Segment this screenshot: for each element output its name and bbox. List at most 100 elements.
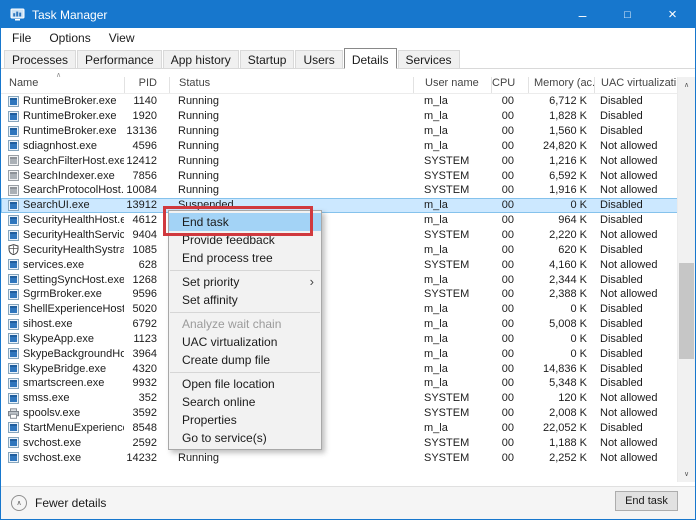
menu-file[interactable]: File bbox=[3, 29, 40, 47]
tab-processes[interactable]: Processes bbox=[4, 50, 76, 68]
context-menu-item-set-affinity[interactable]: Set affinity bbox=[169, 291, 321, 309]
memory-cell: 1,560 K bbox=[528, 125, 594, 137]
user-name-cell: m_la bbox=[413, 318, 491, 330]
process-name: sdiagnhost.exe bbox=[23, 140, 97, 152]
table-row[interactable]: SecurityHealthHost.exe4612Runningm_la009… bbox=[1, 213, 695, 228]
context-menu-item-search-online[interactable]: Search online bbox=[169, 393, 321, 411]
table-row[interactable]: sihost.exe6792Runningm_la005,008 KDisabl… bbox=[1, 317, 695, 332]
table-row[interactable]: spoolsv.exe3592RunningSYSTEM002,008 KNot… bbox=[1, 406, 695, 421]
pid-cell: 9932 bbox=[124, 377, 169, 389]
table-row[interactable]: sdiagnhost.exe4596Runningm_la0024,820 KN… bbox=[1, 139, 695, 154]
scrollbar-thumb[interactable] bbox=[679, 263, 694, 359]
user-name-cell: m_la bbox=[413, 199, 491, 211]
cpu-cell: 00 bbox=[491, 184, 528, 196]
app-window-icon bbox=[8, 126, 19, 137]
gray-app-window-icon bbox=[8, 155, 19, 166]
app-window-icon bbox=[8, 274, 19, 285]
table-row[interactable]: SkypeBackgroundHost....3964Runningm_la00… bbox=[1, 346, 695, 361]
context-menu-item-properties[interactable]: Properties bbox=[169, 411, 321, 429]
app-window-icon bbox=[8, 393, 19, 404]
cpu-cell: 00 bbox=[491, 229, 528, 241]
table-row[interactable]: svchost.exe14232RunningSYSTEM002,252 KNo… bbox=[1, 450, 695, 465]
context-menu-item-open-file-location[interactable]: Open file location bbox=[169, 375, 321, 393]
table-row[interactable]: StartMenuExperienceH...8548Runningm_la00… bbox=[1, 421, 695, 436]
context-menu-item-provide-feedback[interactable]: Provide feedback bbox=[169, 231, 321, 249]
process-name: SearchIndexer.exe bbox=[23, 170, 115, 182]
name-cell: SettingSyncHost.exe bbox=[1, 274, 124, 286]
column-header-cpu[interactable]: CPU bbox=[491, 77, 528, 93]
memory-cell: 2,252 K bbox=[528, 452, 594, 464]
table-row[interactable]: RuntimeBroker.exe1140Runningm_la006,712 … bbox=[1, 94, 695, 109]
app-window-icon bbox=[8, 437, 19, 448]
tab-performance[interactable]: Performance bbox=[77, 50, 162, 68]
name-cell: svchost.exe bbox=[1, 437, 124, 449]
table-row[interactable]: SkypeBridge.exe4320Runningm_la0014,836 K… bbox=[1, 361, 695, 376]
cpu-cell: 00 bbox=[491, 244, 528, 256]
scrollbar-up-icon[interactable]: ∧ bbox=[678, 77, 695, 93]
table-row[interactable]: RuntimeBroker.exe1920Runningm_la001,828 … bbox=[1, 109, 695, 124]
close-button[interactable]: × bbox=[650, 1, 695, 28]
cpu-cell: 00 bbox=[491, 259, 528, 271]
menu-options[interactable]: Options bbox=[40, 29, 99, 47]
table-row[interactable]: SearchFilterHost.exe12412RunningSYSTEM00… bbox=[1, 153, 695, 168]
tab-services[interactable]: Services bbox=[398, 50, 460, 68]
fewer-details-toggle[interactable]: ∧ Fewer details bbox=[11, 495, 106, 511]
table-row[interactable]: SearchUI.exe13912Suspendedm_la000 KDisab… bbox=[1, 198, 695, 213]
tab-startup[interactable]: Startup bbox=[240, 50, 295, 68]
table-row[interactable]: smss.exe352RunningSYSTEM00120 KNot allow… bbox=[1, 391, 695, 406]
context-menu-item-go-to-service-s[interactable]: Go to service(s) bbox=[169, 429, 321, 447]
table-row[interactable]: SearchIndexer.exe7856RunningSYSTEM006,59… bbox=[1, 168, 695, 183]
name-cell: spoolsv.exe bbox=[1, 407, 124, 419]
tab-details[interactable]: Details bbox=[344, 48, 397, 69]
process-name: RuntimeBroker.exe bbox=[23, 125, 117, 137]
minimize-button[interactable]: – bbox=[560, 1, 605, 28]
process-name: SearchFilterHost.exe bbox=[23, 155, 124, 167]
table-row[interactable]: services.exe628RunningSYSTEM004,160 KNot… bbox=[1, 257, 695, 272]
memory-cell: 0 K bbox=[528, 348, 594, 360]
name-cell: svchost.exe bbox=[1, 452, 124, 464]
context-menu-item-uac-virtualization[interactable]: UAC virtualization bbox=[169, 333, 321, 351]
context-menu-item-set-priority[interactable]: Set priority› bbox=[169, 273, 321, 291]
vertical-scrollbar[interactable]: ∧ ∨ bbox=[677, 77, 695, 482]
name-cell: sdiagnhost.exe bbox=[1, 140, 124, 152]
table-row[interactable]: SearchProtocolHost.exe10084RunningSYSTEM… bbox=[1, 183, 695, 198]
user-name-cell: SYSTEM bbox=[413, 155, 491, 167]
column-header-uac-virtualization[interactable]: UAC virtualization bbox=[594, 77, 676, 93]
table-row[interactable]: smartscreen.exe9932Runningm_la005,348 KD… bbox=[1, 376, 695, 391]
table-row[interactable]: SkypeApp.exe1123Runningm_la000 KDisabled bbox=[1, 332, 695, 347]
table-row[interactable]: RuntimeBroker.exe13136Runningm_la001,560… bbox=[1, 124, 695, 139]
column-header-memory-ac[interactable]: Memory (ac... bbox=[528, 77, 594, 93]
status-cell: Running bbox=[169, 452, 413, 464]
table-row[interactable]: SecurityHealthSystray.e...1085Runningm_l… bbox=[1, 242, 695, 257]
context-menu-item-end-process-tree[interactable]: End process tree bbox=[169, 249, 321, 267]
table-row[interactable]: SettingSyncHost.exe1268Runningm_la002,34… bbox=[1, 272, 695, 287]
column-header-status[interactable]: Status bbox=[169, 77, 413, 93]
table-row[interactable]: SgrmBroker.exe9596RunningSYSTEM002,388 K… bbox=[1, 287, 695, 302]
user-name-cell: SYSTEM bbox=[413, 229, 491, 241]
uac-cell: Disabled bbox=[594, 318, 676, 330]
pid-cell: 3592 bbox=[124, 407, 169, 419]
process-name: SgrmBroker.exe bbox=[23, 288, 102, 300]
maximize-button[interactable]: □ bbox=[605, 1, 650, 28]
column-header-user-name[interactable]: User name bbox=[413, 77, 491, 93]
process-name: smss.exe bbox=[23, 392, 69, 404]
uac-cell: Not allowed bbox=[594, 259, 676, 271]
table-row[interactable]: svchost.exe2592RunningSYSTEM001,188 KNot… bbox=[1, 435, 695, 450]
context-menu-item-create-dump-file[interactable]: Create dump file bbox=[169, 351, 321, 369]
column-header-pid[interactable]: PID bbox=[124, 77, 169, 93]
menu-view[interactable]: View bbox=[100, 29, 144, 47]
tab-users[interactable]: Users bbox=[295, 50, 342, 68]
column-header-name[interactable]: Name bbox=[1, 77, 124, 93]
table-row[interactable]: SecurityHealthService.e...9404RunningSYS… bbox=[1, 228, 695, 243]
process-name: RuntimeBroker.exe bbox=[23, 110, 117, 122]
process-name: spoolsv.exe bbox=[23, 407, 80, 419]
scrollbar-down-icon[interactable]: ∨ bbox=[678, 466, 695, 482]
table-row[interactable]: ShellExperienceHost.exe5020Runningm_la00… bbox=[1, 302, 695, 317]
status-cell: Running bbox=[169, 155, 413, 167]
end-task-button[interactable]: End task bbox=[615, 491, 678, 511]
tab-app-history[interactable]: App history bbox=[163, 50, 239, 68]
context-menu-item-end-task[interactable]: End task bbox=[169, 213, 321, 231]
pid-cell: 4612 bbox=[124, 214, 169, 226]
name-cell: StartMenuExperienceH... bbox=[1, 422, 124, 434]
name-cell: SecurityHealthHost.exe bbox=[1, 214, 124, 226]
